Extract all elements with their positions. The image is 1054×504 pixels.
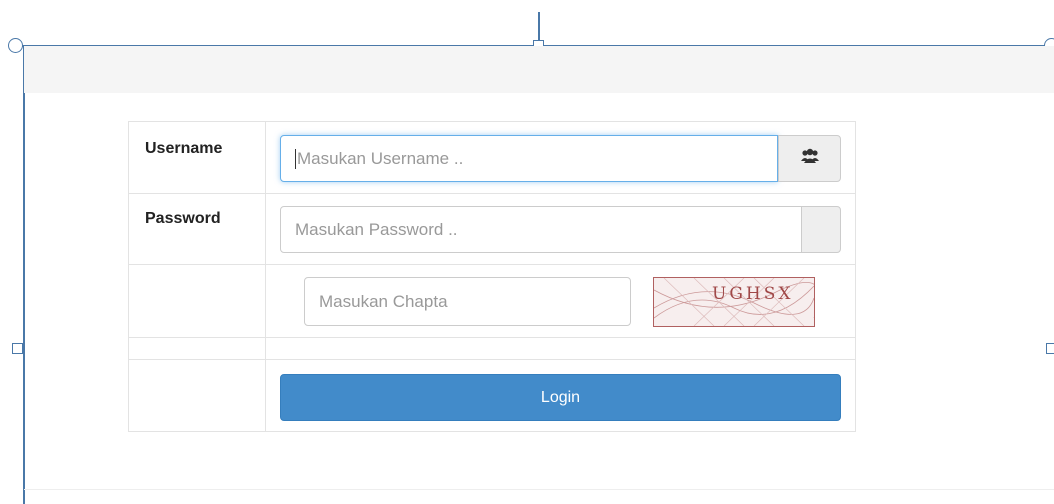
resize-handle-right-middle[interactable] [1046, 343, 1054, 354]
table-column-divider [265, 122, 266, 431]
page-header-bar [24, 46, 1054, 93]
document-canvas: Username Password Masukan Username .. Ma… [0, 0, 1054, 504]
users-icon [800, 148, 820, 169]
username-placeholder: Masukan Username .. [297, 148, 464, 168]
table-row-divider [129, 359, 855, 360]
captcha-placeholder: Masukan Chapta [319, 291, 448, 311]
table-row-divider [129, 337, 855, 338]
username-input[interactable]: Masukan Username .. [280, 135, 778, 182]
password-placeholder: Masukan Password .. [295, 219, 458, 239]
table-row-divider [129, 193, 855, 194]
table-row-divider [129, 264, 855, 265]
rotate-handle-stem [538, 12, 540, 40]
captcha-input[interactable]: Masukan Chapta [304, 277, 631, 326]
username-label: Username [145, 140, 223, 157]
captcha-image: UGHSX [653, 277, 815, 327]
username-addon [778, 135, 841, 182]
password-input[interactable]: Masukan Password .. [280, 206, 802, 253]
captcha-text: UGHSX [712, 284, 794, 304]
password-label: Password [145, 210, 221, 227]
login-button[interactable]: Login [280, 374, 841, 421]
password-addon [801, 206, 841, 253]
page-divider [24, 489, 1054, 490]
resize-handle-left-middle[interactable] [12, 343, 23, 354]
resize-handle-top-left[interactable] [8, 38, 23, 53]
login-form-table: Username Password Masukan Username .. Ma… [128, 121, 856, 432]
text-caret [295, 148, 296, 169]
frame-left-border [23, 45, 25, 504]
